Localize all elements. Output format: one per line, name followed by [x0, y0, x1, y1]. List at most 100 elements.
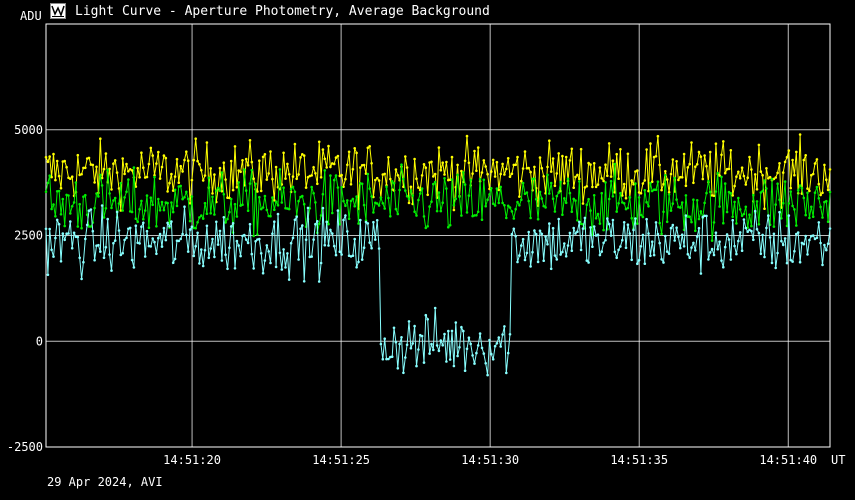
data-point	[110, 188, 113, 191]
data-point	[804, 234, 807, 238]
data-point	[417, 348, 420, 351]
data-point	[211, 195, 214, 199]
data-point	[228, 246, 231, 249]
data-point	[374, 238, 377, 241]
data-point	[701, 177, 705, 181]
data-point	[559, 253, 562, 256]
data-point	[813, 191, 817, 194]
data-point	[235, 185, 239, 189]
data-point	[665, 178, 669, 181]
data-point	[469, 342, 473, 346]
data-point	[579, 147, 583, 151]
data-point	[763, 207, 766, 210]
data-point	[825, 248, 828, 252]
data-point	[443, 173, 446, 176]
data-point	[641, 233, 645, 237]
data-point	[97, 195, 100, 198]
data-point	[516, 200, 519, 204]
data-point	[190, 225, 194, 228]
data-point	[287, 278, 291, 281]
data-point	[654, 188, 658, 192]
data-point	[344, 177, 347, 181]
data-point	[346, 199, 349, 202]
data-point	[495, 187, 499, 190]
data-point	[731, 194, 734, 197]
data-point	[733, 184, 736, 188]
data-point	[520, 179, 523, 183]
data-point	[258, 237, 261, 241]
data-point	[256, 233, 259, 236]
data-point	[781, 201, 785, 205]
data-point	[331, 211, 334, 215]
data-point	[205, 141, 209, 144]
data-point	[454, 197, 458, 201]
data-point	[443, 177, 446, 180]
data-point	[585, 185, 589, 188]
data-point	[467, 194, 471, 197]
data-point	[819, 205, 822, 209]
data-point	[624, 246, 628, 250]
data-point	[115, 210, 119, 214]
data-point	[628, 232, 632, 235]
data-point	[643, 179, 647, 182]
data-point	[658, 221, 661, 225]
data-point	[325, 220, 329, 224]
data-point	[211, 192, 214, 195]
data-point	[710, 239, 714, 242]
data-point	[158, 232, 162, 236]
data-point	[351, 197, 355, 201]
data-point	[267, 172, 271, 175]
data-point	[179, 184, 182, 188]
data-point	[697, 150, 701, 154]
light-curve-chart[interactable]: -2500 0 2500 5000 14:51:20 14:51:25 14:51:30 14…	[0, 0, 855, 500]
data-point	[432, 175, 435, 178]
data-point	[649, 254, 652, 258]
data-point	[607, 197, 611, 201]
data-point	[344, 214, 347, 217]
data-point	[497, 336, 501, 339]
data-point	[344, 204, 347, 208]
data-point	[228, 210, 231, 214]
data-point	[207, 176, 211, 180]
data-point	[664, 234, 667, 238]
data-point	[222, 161, 226, 164]
data-point	[499, 172, 503, 176]
data-point	[761, 189, 764, 193]
data-point	[171, 261, 175, 265]
data-point	[729, 258, 733, 261]
data-point	[828, 168, 832, 171]
data-point	[447, 329, 450, 333]
data-point	[553, 254, 557, 257]
data-point	[181, 170, 184, 173]
data-point	[815, 236, 819, 240]
data-point	[422, 361, 426, 364]
data-point	[789, 190, 792, 193]
data-point	[804, 154, 807, 157]
data-point	[437, 191, 441, 194]
data-point	[231, 188, 235, 192]
data-point	[491, 202, 495, 205]
data-point	[157, 236, 160, 240]
data-point	[396, 174, 400, 177]
data-point	[430, 342, 433, 346]
data-point	[286, 162, 289, 166]
data-point	[284, 266, 287, 269]
data-point	[349, 183, 353, 186]
data-point	[102, 256, 106, 260]
data-point	[825, 199, 828, 203]
data-point	[587, 197, 590, 201]
data-point	[100, 184, 104, 187]
data-point	[158, 209, 162, 212]
data-point	[192, 158, 196, 162]
data-point	[598, 222, 602, 225]
data-point	[314, 222, 317, 226]
data-point	[774, 176, 777, 179]
data-point	[213, 173, 216, 176]
data-point	[482, 178, 486, 182]
data-point	[237, 244, 240, 247]
data-point	[127, 178, 130, 181]
data-point	[293, 142, 297, 146]
data-point	[196, 231, 199, 235]
data-point	[606, 174, 609, 178]
data-point	[246, 209, 250, 212]
